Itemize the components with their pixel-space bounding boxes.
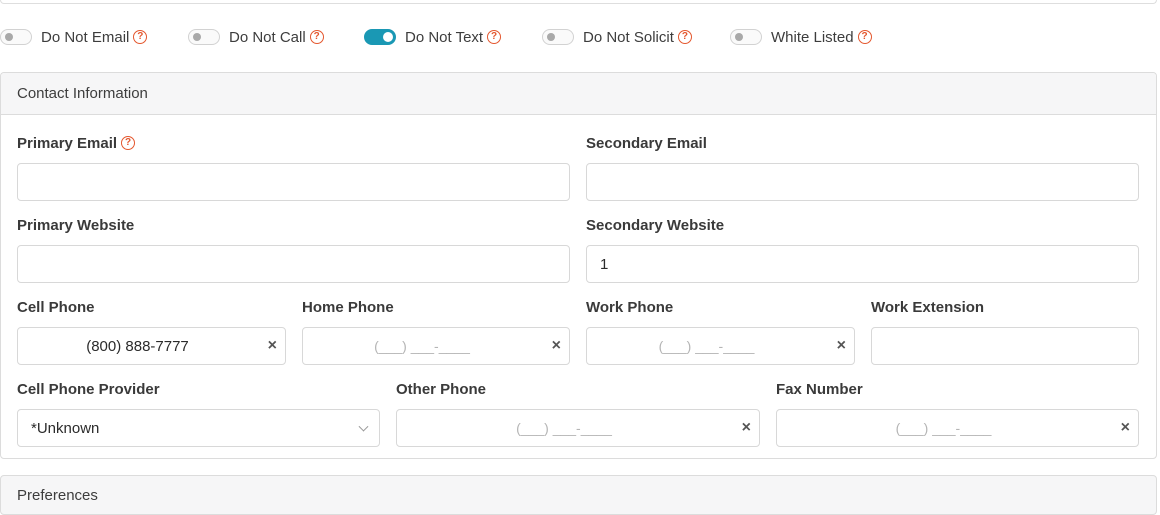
primary-website-label: Primary Website — [17, 216, 135, 234]
white-listed-switch[interactable] — [730, 29, 762, 45]
fax-number-input[interactable]: (___) ___-____ × — [776, 409, 1139, 447]
other-phone-group: Other Phone (___) ___-____ × — [396, 379, 760, 447]
secondary-website-input[interactable]: 1 — [586, 245, 1139, 283]
work-extension-input[interactable] — [871, 327, 1139, 365]
cell-provider-value: *Unknown — [31, 419, 100, 437]
other-phone-input[interactable]: (___) ___-____ × — [396, 409, 760, 447]
question-circle-icon[interactable]: ? — [309, 30, 324, 44]
primary-email-group: Primary Email ? — [17, 133, 570, 201]
do-not-solicit-switch[interactable] — [542, 29, 574, 45]
fax-number-label: Fax Number — [776, 380, 863, 398]
cell-phone-group: Cell Phone (800) 888-7777 × — [17, 297, 286, 365]
chevron-down-icon — [358, 421, 369, 432]
do-not-call-switch[interactable] — [188, 29, 220, 45]
cell-provider-select[interactable]: *Unknown — [17, 409, 380, 447]
do-not-email-switch[interactable] — [0, 29, 32, 45]
question-circle-icon[interactable]: ? — [121, 136, 136, 150]
previous-card-edge — [0, 0, 1157, 4]
toggle-do-not-call[interactable]: Do Not Call ? — [188, 26, 324, 48]
close-icon[interactable]: × — [742, 420, 751, 436]
switch-knob — [383, 32, 393, 42]
close-icon[interactable]: × — [837, 338, 846, 354]
fax-number-group: Fax Number (___) ___-____ × — [776, 379, 1139, 447]
primary-website-input[interactable] — [17, 245, 570, 283]
work-phone-group: Work Phone (___) ___-____ × — [586, 297, 855, 365]
cell-phone-value: (800) 888-7777 — [86, 337, 189, 355]
toggle-do-not-text[interactable]: Do Not Text ? — [364, 26, 502, 48]
toggle-label: Do Not Solicit — [583, 28, 674, 46]
switch-knob — [5, 33, 13, 41]
other-phone-mask: (___) ___-____ — [516, 420, 612, 436]
primary-website-group: Primary Website — [17, 215, 570, 283]
cell-phone-label: Cell Phone — [17, 298, 95, 316]
secondary-email-group: Secondary Email — [586, 133, 1139, 201]
primary-email-label-wrap: Primary Email ? — [17, 133, 570, 153]
secondary-website-group: Secondary Website 1 — [586, 215, 1139, 283]
toggle-label: Do Not Call — [229, 28, 306, 46]
close-icon[interactable]: × — [552, 338, 561, 354]
secondary-email-label: Secondary Email — [586, 134, 707, 152]
preferences-card[interactable]: Preferences — [0, 475, 1157, 515]
card-header: Contact Information — [1, 73, 1156, 115]
primary-email-label: Primary Email — [17, 134, 118, 152]
home-phone-label: Home Phone — [302, 298, 394, 316]
question-circle-icon[interactable]: ? — [677, 30, 692, 44]
secondary-website-value: 1 — [600, 255, 609, 273]
toggle-do-not-solicit[interactable]: Do Not Solicit ? — [542, 26, 692, 48]
work-phone-input[interactable]: (___) ___-____ × — [586, 327, 855, 365]
work-extension-label: Work Extension — [871, 298, 985, 316]
toggle-do-not-email[interactable]: Do Not Email ? — [0, 26, 148, 48]
primary-email-input[interactable] — [17, 163, 570, 201]
work-phone-mask: (___) ___-____ — [658, 338, 755, 354]
contact-information-card: Contact Information Primary Email ? Seco… — [0, 72, 1157, 459]
home-phone-group: Home Phone (___) ___-____ × — [302, 297, 570, 365]
switch-knob — [547, 33, 555, 41]
close-icon[interactable]: × — [1121, 420, 1130, 436]
switch-knob — [735, 33, 743, 41]
toggle-label: Do Not Email — [41, 28, 130, 46]
work-extension-group: Work Extension — [871, 297, 1139, 365]
close-icon[interactable]: × — [268, 338, 277, 354]
cell-provider-group: Cell Phone Provider *Unknown — [17, 379, 380, 447]
home-phone-input[interactable]: (___) ___-____ × — [302, 327, 570, 365]
switch-knob — [193, 33, 201, 41]
question-circle-icon[interactable]: ? — [487, 30, 502, 44]
work-phone-label: Work Phone — [586, 298, 674, 316]
question-circle-icon[interactable]: ? — [133, 30, 148, 44]
do-not-text-switch[interactable] — [364, 29, 396, 45]
toggle-label: Do Not Text — [405, 28, 484, 46]
preferences-title: Preferences — [17, 487, 98, 504]
other-phone-label: Other Phone — [396, 380, 487, 398]
cell-phone-input[interactable]: (800) 888-7777 × — [17, 327, 286, 365]
question-circle-icon[interactable]: ? — [857, 30, 872, 44]
toggle-white-listed[interactable]: White Listed ? — [730, 26, 872, 48]
secondary-website-label: Secondary Website — [586, 216, 725, 234]
toggle-label: White Listed — [771, 28, 854, 46]
fax-number-mask: (___) ___-____ — [895, 420, 992, 436]
home-phone-mask: (___) ___-____ — [374, 338, 470, 354]
secondary-email-input[interactable] — [586, 163, 1139, 201]
cell-provider-label: Cell Phone Provider — [17, 380, 160, 398]
